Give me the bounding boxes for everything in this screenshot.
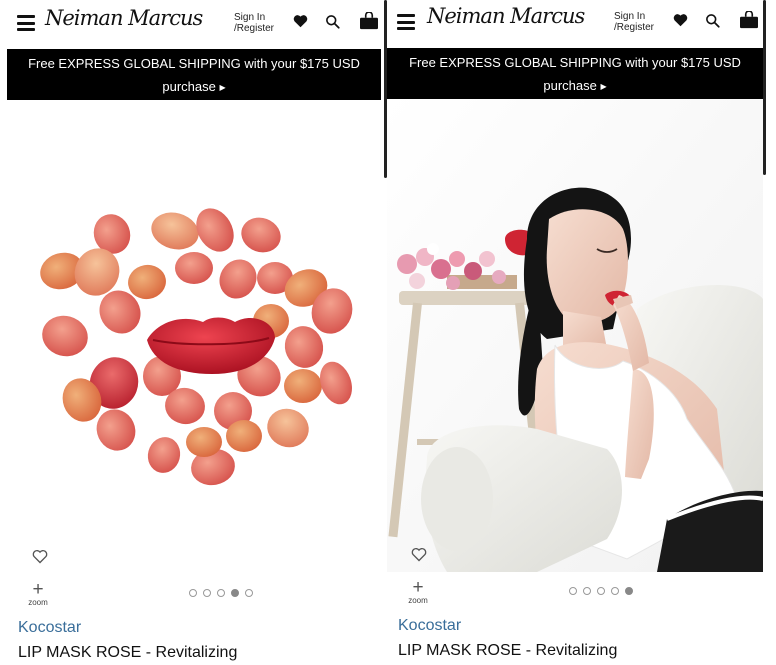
caret-right-icon: ▶ xyxy=(600,82,607,91)
wishlist-heart-icon[interactable] xyxy=(411,547,427,562)
image-carousel-dots xyxy=(189,589,253,597)
carousel-dot[interactable] xyxy=(611,587,619,595)
wishlist-heart-icon[interactable] xyxy=(32,549,48,564)
shipping-promo-banner[interactable]: Free EXPRESS GLOBAL SHIPPING with your $… xyxy=(7,49,381,100)
carousel-dot[interactable] xyxy=(583,587,591,595)
zoom-icon: + xyxy=(32,579,44,600)
site-header: Neiman Marcus Sign In /Register xyxy=(387,0,763,50)
search-icon[interactable] xyxy=(705,13,720,28)
product-image[interactable] xyxy=(7,100,381,572)
model-image xyxy=(387,99,763,572)
rose-petals-image xyxy=(40,208,353,486)
screenshot-edge xyxy=(763,0,766,175)
product-name[interactable]: LIP MASK ROSE - Revitalizing xyxy=(18,644,237,662)
carousel-dot[interactable] xyxy=(189,589,197,597)
site-header: Neiman Marcus Sign In /Register xyxy=(7,0,381,50)
carousel-dot[interactable] xyxy=(203,589,211,597)
product-brand[interactable]: Kocostar xyxy=(398,617,461,635)
promo-link[interactable]: purchase xyxy=(162,79,215,94)
carousel-dot-active[interactable] xyxy=(231,589,239,597)
carousel-dot[interactable] xyxy=(245,589,253,597)
bag-icon[interactable] xyxy=(739,11,759,29)
sign-in-link[interactable]: Sign In /Register xyxy=(614,11,654,33)
bag-icon[interactable] xyxy=(359,12,379,30)
zoom-icon: + xyxy=(412,577,424,598)
promo-link[interactable]: purchase xyxy=(543,78,596,93)
image-carousel-dots xyxy=(569,587,633,595)
site-logo[interactable]: Neiman Marcus xyxy=(427,4,585,28)
sign-in-link[interactable]: Sign In /Register xyxy=(234,12,274,34)
menu-icon[interactable] xyxy=(397,14,415,30)
product-image[interactable] xyxy=(387,99,763,572)
search-icon[interactable] xyxy=(325,14,340,29)
heart-icon[interactable] xyxy=(673,13,688,27)
heart-icon[interactable] xyxy=(293,14,308,28)
product-panel-right: Neiman Marcus Sign In /Register Free EXP… xyxy=(387,0,763,665)
carousel-dot[interactable] xyxy=(217,589,225,597)
carousel-dot[interactable] xyxy=(597,587,605,595)
carousel-dot[interactable] xyxy=(569,587,577,595)
product-panel-left: Neiman Marcus Sign In /Register Free EXP… xyxy=(7,0,381,665)
menu-icon[interactable] xyxy=(17,15,35,31)
shipping-promo-banner[interactable]: Free EXPRESS GLOBAL SHIPPING with your $… xyxy=(387,48,763,99)
zoom-button[interactable]: + zoom xyxy=(23,579,53,607)
caret-right-icon: ▶ xyxy=(219,83,226,92)
site-logo[interactable]: Neiman Marcus xyxy=(45,6,203,30)
product-brand[interactable]: Kocostar xyxy=(18,619,81,637)
carousel-dot-active[interactable] xyxy=(625,587,633,595)
zoom-button[interactable]: + zoom xyxy=(403,577,433,605)
product-name[interactable]: LIP MASK ROSE - Revitalizing xyxy=(398,642,617,660)
